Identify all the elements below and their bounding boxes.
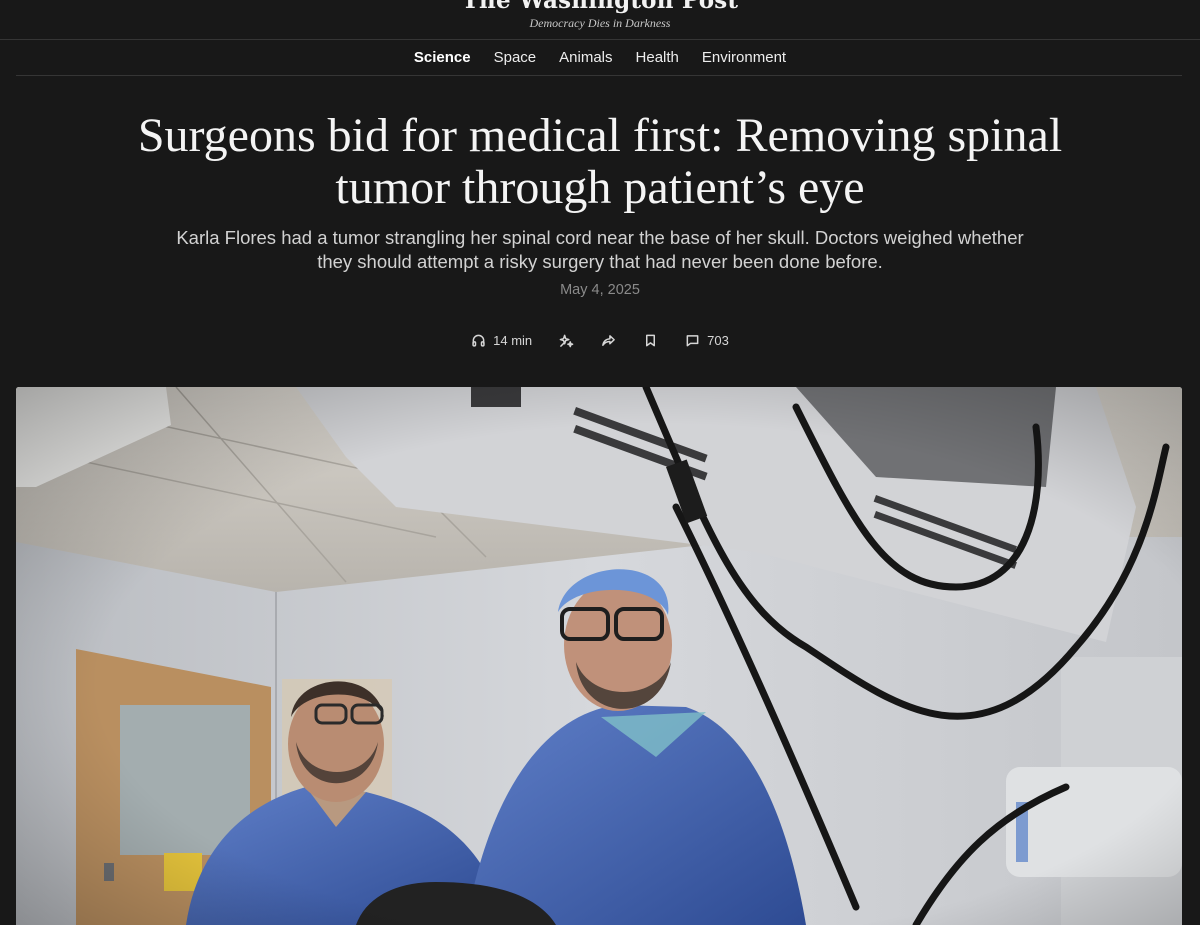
comments-button[interactable]: 703 <box>685 333 729 348</box>
nav-divider <box>16 75 1182 76</box>
share-button[interactable] <box>601 333 616 348</box>
sparkle-icon <box>559 334 574 347</box>
article-dek: Karla Flores had a tumor strangling her … <box>176 227 1024 272</box>
listen-duration: 14 min <box>493 332 533 348</box>
listen-button[interactable]: 14 min <box>471 333 532 348</box>
section-nav: Science Space Animals Health Environment <box>0 40 1200 75</box>
nav-item-animals[interactable]: Animals <box>559 49 612 66</box>
bookmark-icon <box>646 334 656 346</box>
hero-photo-illustration <box>16 387 1182 925</box>
nav-item-science[interactable]: Science <box>414 49 471 66</box>
article-toolbar: 14 min 703 <box>0 328 1200 352</box>
site-logo[interactable]: The Washington Post <box>0 0 1200 14</box>
site-tagline: Democracy Dies in Darkness <box>529 16 671 30</box>
nav-item-environment[interactable]: Environment <box>702 49 786 66</box>
nav-item-space[interactable]: Space <box>494 49 537 66</box>
headphones-icon <box>472 334 485 347</box>
article-headline: Surgeons bid for medical first: Removing… <box>137 109 1063 214</box>
comment-icon <box>686 334 699 346</box>
bookmark-button[interactable] <box>643 333 658 348</box>
nav-item-health[interactable]: Health <box>636 49 679 66</box>
share-icon <box>602 334 616 346</box>
hero-photo <box>16 387 1182 925</box>
article-date: May 4, 2025 <box>560 282 640 298</box>
ai-summary-button[interactable] <box>559 333 574 348</box>
comments-count: 703 <box>707 332 729 348</box>
